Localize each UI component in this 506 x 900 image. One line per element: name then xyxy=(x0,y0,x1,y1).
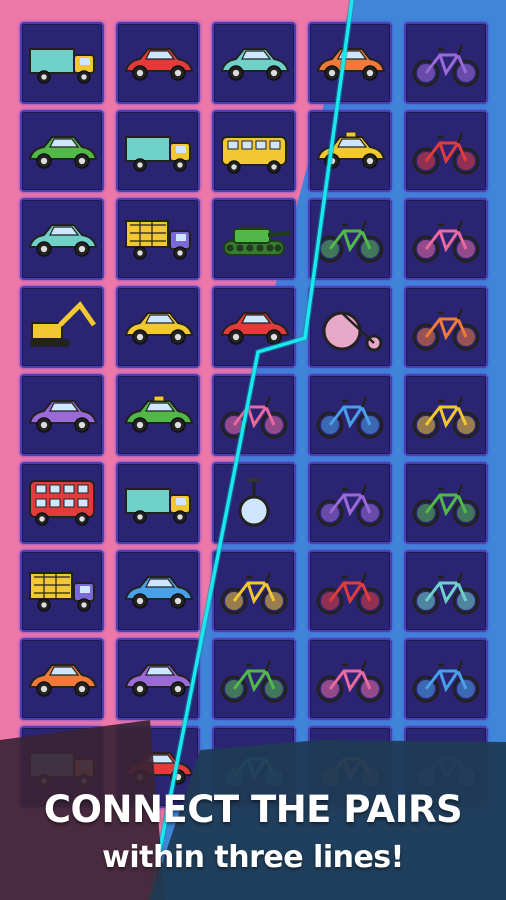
tile-taxi[interactable] xyxy=(308,110,392,192)
tile-double-decker-bus[interactable] xyxy=(20,462,104,544)
tile-dump-truck[interactable] xyxy=(20,550,104,632)
tile-bicycle[interactable] xyxy=(404,22,488,104)
sedan-car-icon xyxy=(316,48,386,81)
tile-convertible-car[interactable] xyxy=(212,22,296,104)
excavator-icon xyxy=(30,301,97,347)
headline-connect-pairs: CONNECT THE PAIRS xyxy=(43,788,463,831)
dump-truck-icon xyxy=(125,220,191,260)
tile-vintage-car[interactable] xyxy=(116,550,200,632)
bicycle-icon xyxy=(412,132,480,175)
tile-penny-farthing[interactable] xyxy=(308,286,392,368)
tile-tank[interactable] xyxy=(212,198,296,280)
compact-car-icon xyxy=(28,400,98,433)
tile-delivery-truck[interactable] xyxy=(116,462,200,544)
kids-bike-icon xyxy=(220,660,288,703)
tile-folding-bike[interactable] xyxy=(404,374,488,456)
double-decker-bus-icon xyxy=(29,480,95,526)
tile-sedan-car[interactable] xyxy=(212,286,296,368)
bicycle-icon xyxy=(412,572,480,615)
bicycle-icon xyxy=(412,220,480,263)
sports-car-icon xyxy=(28,224,98,257)
dump-truck-icon xyxy=(29,572,95,612)
tile-bicycle[interactable] xyxy=(308,550,392,632)
tile-sports-car[interactable] xyxy=(20,198,104,280)
tile-sedan-car[interactable] xyxy=(20,110,104,192)
tile-bicycle[interactable] xyxy=(404,638,488,720)
tile-dump-truck[interactable] xyxy=(116,198,200,280)
tile-taxi[interactable] xyxy=(116,374,200,456)
tile-excavator[interactable] xyxy=(20,286,104,368)
tile-bicycle[interactable] xyxy=(404,110,488,192)
bicycle-icon xyxy=(412,308,480,351)
tile-school-bus[interactable] xyxy=(212,110,296,192)
sedan-car-icon xyxy=(124,664,194,697)
tile-bicycle[interactable] xyxy=(404,550,488,632)
tricycle-cart-icon xyxy=(316,220,384,263)
vintage-car-icon xyxy=(124,576,194,609)
game-board xyxy=(20,22,492,812)
bicycle-icon xyxy=(412,660,480,703)
tile-scooter-bike[interactable] xyxy=(212,550,296,632)
headline-three-lines: within three lines! xyxy=(102,840,404,875)
bicycle-icon xyxy=(316,572,384,615)
unicycle-icon xyxy=(238,478,270,527)
convertible-car-icon xyxy=(220,48,290,81)
recumbent-bike-icon xyxy=(220,396,288,439)
sedan-car-icon xyxy=(28,136,98,169)
tile-convertible-car[interactable] xyxy=(20,638,104,720)
sedan-car-icon xyxy=(124,312,194,345)
pickup-truck-icon xyxy=(125,136,191,172)
tile-recumbent-bike[interactable] xyxy=(212,374,296,456)
bmx-bike-icon xyxy=(316,660,384,703)
sedan-car-icon xyxy=(220,312,290,345)
tile-truck[interactable] xyxy=(20,22,104,104)
tile-unicycle[interactable] xyxy=(212,462,296,544)
tile-pickup-truck[interactable] xyxy=(116,110,200,192)
tile-bicycle[interactable] xyxy=(404,198,488,280)
tile-sedan-car[interactable] xyxy=(308,22,392,104)
tile-bmx-bike[interactable] xyxy=(308,638,392,720)
tile-bicycle[interactable] xyxy=(404,462,488,544)
scooter-bike-icon xyxy=(220,572,288,615)
tile-vintage-car[interactable] xyxy=(116,22,200,104)
bicycle-icon xyxy=(412,484,480,527)
tile-tricycle-cart[interactable] xyxy=(308,198,392,280)
bicycle-icon xyxy=(412,44,480,87)
tile-bicycle[interactable] xyxy=(308,374,392,456)
tile-bicycle[interactable] xyxy=(308,462,392,544)
bicycle-icon xyxy=(316,484,384,527)
tank-icon xyxy=(223,228,291,256)
truck-icon xyxy=(29,48,95,84)
penny-farthing-icon xyxy=(322,311,383,352)
tile-kids-bike[interactable] xyxy=(212,638,296,720)
tile-compact-car[interactable] xyxy=(20,374,104,456)
tile-bicycle[interactable] xyxy=(404,286,488,368)
taxi-icon xyxy=(124,395,194,433)
delivery-truck-icon xyxy=(125,488,191,524)
tile-sedan-car[interactable] xyxy=(116,286,200,368)
tile-sedan-car[interactable] xyxy=(116,638,200,720)
vintage-car-icon xyxy=(124,48,194,81)
folding-bike-icon xyxy=(412,396,480,439)
convertible-car-icon xyxy=(28,664,98,697)
taxi-icon xyxy=(316,131,386,169)
school-bus-icon xyxy=(221,136,287,174)
bicycle-icon xyxy=(316,396,384,439)
